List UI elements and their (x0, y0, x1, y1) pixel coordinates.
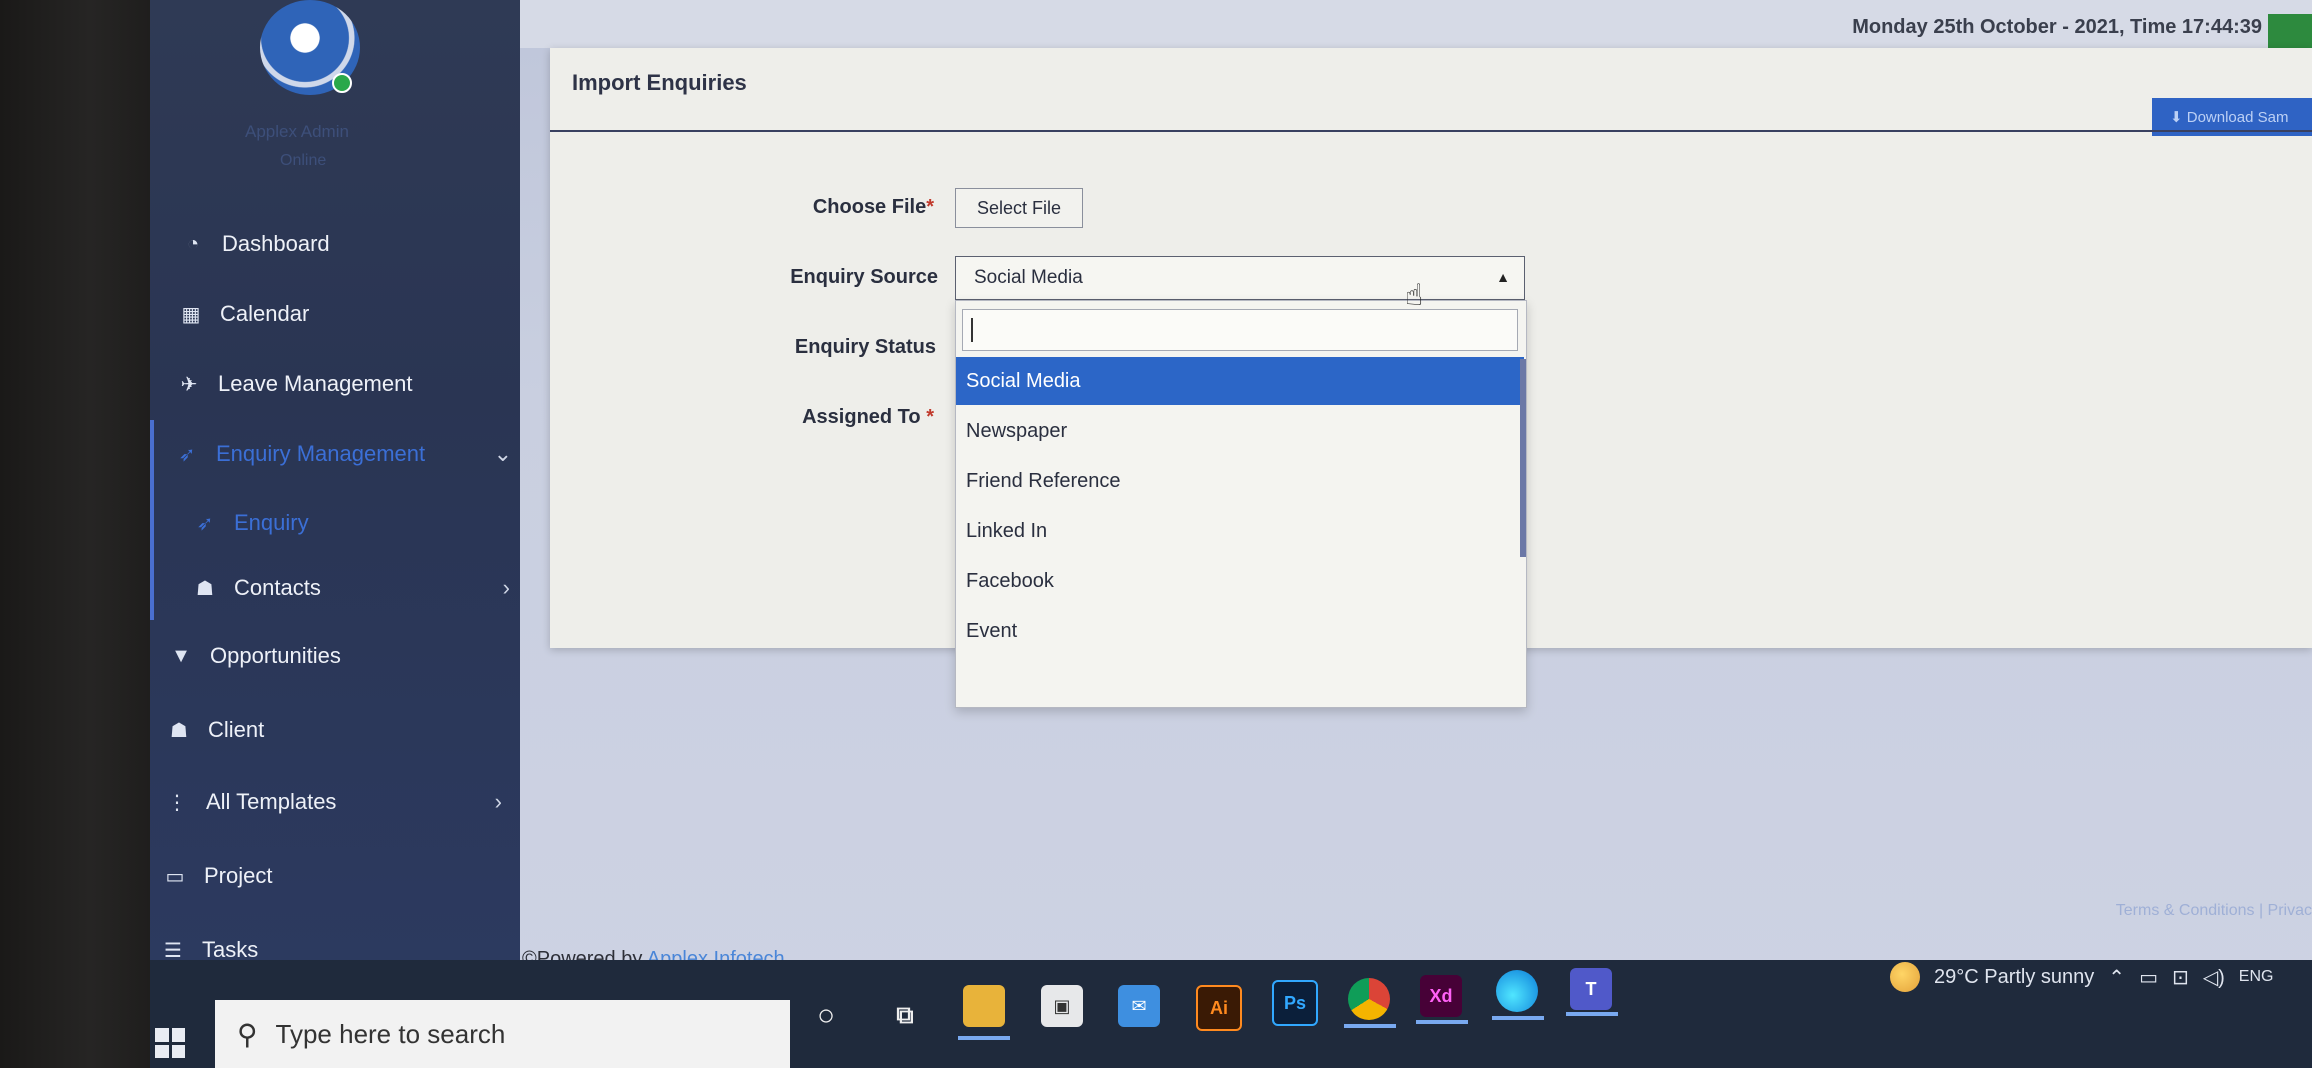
sidebar-item-contacts[interactable]: ☗ Contacts › (190, 564, 510, 612)
teams-icon[interactable]: T (1570, 968, 1612, 1010)
active-app-indicator (1344, 1024, 1396, 1028)
taskbar-search-input[interactable]: ⚲ Type here to search (215, 1000, 790, 1068)
dropdown-option-event[interactable]: Event (956, 607, 1524, 655)
sidebar-item-calendar[interactable]: ▦ Calendar (176, 290, 546, 338)
hand-pointer-icon: ☝ (1405, 279, 1424, 312)
sidebar-item-enquiry-management[interactable]: ➶ Enquiry Management ⌄ (172, 430, 512, 478)
language-indicator[interactable]: ENG (2239, 968, 2274, 986)
active-app-indicator (958, 1036, 1010, 1040)
filter-icon: ▼ (171, 644, 191, 667)
chrome-icon[interactable] (1348, 978, 1390, 1020)
current-datetime: Monday 25th October - 2021, Time 17:44:3… (1852, 16, 2262, 38)
network-icon[interactable]: ⊡ (2172, 965, 2189, 990)
dropdown-option-friend-reference[interactable]: Friend Reference (956, 457, 1524, 505)
rocket-icon: ➶ (196, 512, 214, 535)
top-header: Monday 25th October - 2021, Time 17:44:3… (520, 0, 2312, 50)
card-title: Import Enquiries (572, 70, 747, 95)
sidebar: Applex Admin Online ◔ Dashboard ▦ Calend… (150, 0, 520, 1000)
sidebar-item-opportunities[interactable]: ▼ Opportunities (166, 632, 536, 680)
dropdown-option-linked-in[interactable]: Linked In (956, 507, 1524, 555)
user-status: Online (280, 152, 327, 169)
logout-button[interactable] (2268, 14, 2312, 50)
dropdown-search-input[interactable] (962, 309, 1518, 351)
windows-start-icon[interactable] (155, 1028, 185, 1058)
chevron-up-icon[interactable]: ⌃ (2108, 965, 2125, 990)
sidebar-item-label: Calendar (220, 301, 310, 326)
active-app-indicator (1416, 1020, 1468, 1024)
main-content: Monday 25th October - 2021, Time 17:44:3… (520, 0, 2312, 1000)
dropdown-option-newspaper[interactable]: Newspaper (956, 407, 1524, 455)
enquiry-source-label: Enquiry Source (790, 266, 938, 288)
enquiry-source-select[interactable]: Social Media ▲ (955, 256, 1525, 300)
chevron-right-icon: › (502, 575, 510, 600)
cortana-icon[interactable]: ○ (805, 995, 847, 1037)
sidebar-item-label: Project (204, 863, 273, 888)
adobe-xd-icon[interactable]: Xd (1420, 975, 1462, 1017)
active-section-indicator (150, 420, 154, 620)
enquiry-source-dropdown: Social Media Newspaper Friend Reference … (955, 300, 1527, 708)
search-icon: ⚲ (237, 1018, 258, 1050)
users-icon: ☗ (196, 577, 214, 600)
enquiry-source-value: Social Media (974, 267, 1083, 288)
enquiry-status-label: Enquiry Status (794, 336, 936, 358)
required-marker: * (926, 196, 934, 218)
terms-link[interactable]: Terms & Conditions | Privac (2116, 902, 2312, 920)
text-caret (971, 318, 973, 342)
sidebar-item-label: Enquiry (234, 510, 309, 535)
assigned-to-label: Assigned To * (802, 406, 934, 428)
user-name: Applex Admin (245, 122, 349, 141)
task-view-icon[interactable]: ⧉ (884, 995, 926, 1037)
illustrator-icon[interactable]: Ai (1196, 985, 1242, 1031)
system-tray: 29°C Partly sunny ⌃ ▭ ⊡ ◁) ENG (1890, 962, 2273, 992)
sidebar-item-label: Leave Management (218, 371, 413, 396)
calendar-icon: ▦ (181, 303, 201, 326)
sidebar-item-label: All Templates (206, 789, 337, 814)
select-file-button[interactable]: Select File (955, 188, 1083, 228)
online-status-dot (332, 73, 352, 93)
required-marker: * (926, 406, 934, 428)
sidebar-item-client[interactable]: ☗ Client (164, 706, 534, 754)
weather-icon (1890, 962, 1920, 992)
choose-file-label: Choose File* (812, 196, 934, 218)
weather-text[interactable]: 29°C Partly sunny (1934, 966, 2094, 989)
sidebar-item-label: Dashboard (222, 231, 330, 256)
vertical-dots-icon: ⋮ (167, 791, 187, 814)
sidebar-item-enquiry[interactable]: ➶ Enquiry (190, 499, 560, 547)
dropdown-option-facebook[interactable]: Facebook (956, 557, 1524, 605)
dashboard-icon: ◔ (186, 232, 200, 255)
dropdown-option-social-media[interactable]: Social Media (956, 357, 1524, 405)
battery-icon[interactable]: ▭ (2139, 965, 2158, 990)
sidebar-item-all-templates[interactable]: ⋮ All Templates › (162, 778, 502, 826)
caret-up-icon: ▲ (1496, 269, 1510, 285)
active-app-indicator (1566, 1012, 1618, 1016)
sidebar-item-label: Opportunities (210, 643, 341, 668)
sidebar-item-dashboard[interactable]: ◔ Dashboard (178, 220, 548, 268)
store-icon[interactable]: ▣ (1041, 985, 1083, 1027)
chevron-right-icon: › (494, 789, 502, 814)
dropdown-scrollbar[interactable] (1520, 359, 1526, 557)
screen-bezel (0, 0, 150, 1068)
rocket-icon: ➶ (178, 443, 196, 466)
company-logo (260, 0, 360, 95)
sidebar-item-leave-management[interactable]: ✈ Leave Management (174, 360, 544, 408)
active-app-indicator (1492, 1016, 1544, 1020)
sidebar-item-project[interactable]: ▭ Project (160, 852, 530, 900)
sidebar-item-label: Enquiry Management (216, 441, 426, 466)
edge-icon[interactable] (1496, 970, 1538, 1012)
card-divider (550, 130, 2312, 132)
users-icon: ☗ (170, 719, 188, 742)
file-explorer-icon[interactable] (963, 985, 1005, 1027)
mail-icon[interactable]: ✉ (1118, 985, 1160, 1027)
sidebar-item-label: Contacts (234, 575, 321, 600)
import-enquiries-card: Import Enquiries ⬇ Download Sam Choose F… (550, 48, 2312, 708)
tasks-icon: ☰ (164, 939, 182, 962)
folder-open-icon: ▭ (165, 865, 185, 888)
plane-icon: ✈ (180, 373, 198, 396)
chevron-down-icon: ⌄ (493, 441, 512, 466)
volume-icon[interactable]: ◁) (2203, 965, 2225, 990)
sidebar-item-label: Client (208, 717, 265, 742)
photoshop-icon[interactable]: Ps (1272, 980, 1318, 1026)
